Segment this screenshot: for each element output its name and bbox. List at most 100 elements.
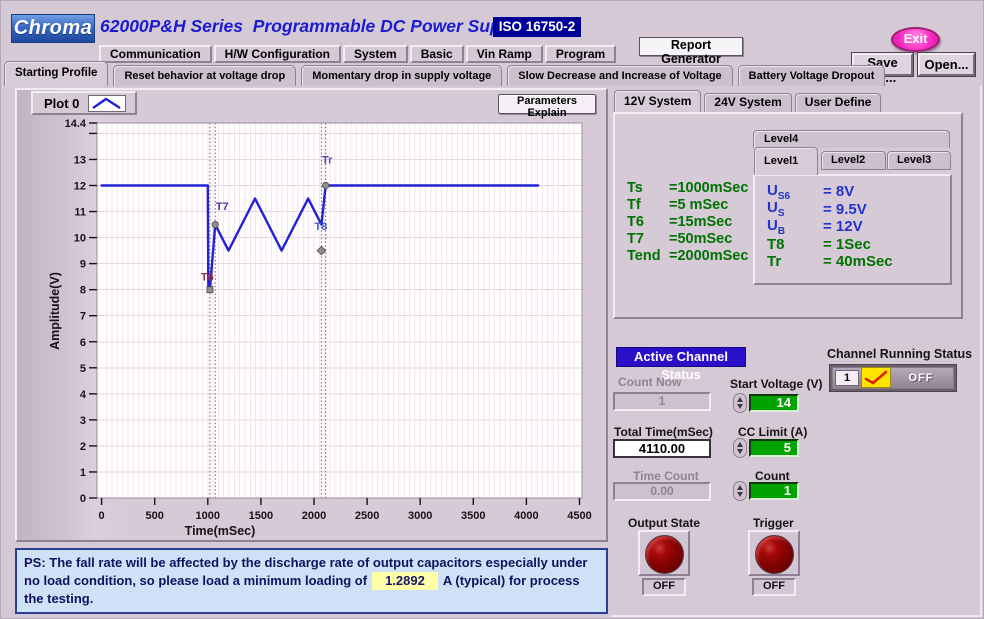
increment-icon[interactable] <box>737 442 743 447</box>
start-voltage-label: Start Voltage (V) <box>730 377 822 391</box>
decrement-icon[interactable] <box>737 404 743 409</box>
profile-tab-bar: Starting ProfileReset behavior at voltag… <box>4 61 885 86</box>
param-name: T8 <box>767 236 823 253</box>
time-count-label: Time Count <box>633 469 699 483</box>
output-state-value: OFF <box>642 578 686 596</box>
report-generator-button[interactable]: Report Generator <box>639 37 743 56</box>
param-value: = 8V <box>823 183 854 200</box>
app-window: { "header": { "logo_text": "Chroma", "ti… <box>0 0 984 619</box>
tab-slow-decrease-and-increase-of-voltage[interactable]: Slow Decrease and Increase of Voltage <box>507 65 732 86</box>
system-tab-bar: 12V System24V SystemUser Define <box>614 90 881 112</box>
svg-text:9: 9 <box>80 259 86 271</box>
param-name: UB <box>767 217 823 237</box>
svg-text:2500: 2500 <box>355 510 379 522</box>
increment-icon[interactable] <box>737 397 743 402</box>
param-name: T6 <box>627 214 669 231</box>
start-voltage-input[interactable]: 14 <box>749 394 799 412</box>
system-tab-user-define[interactable]: User Define <box>795 93 882 112</box>
param-value: =15mSec <box>669 214 732 231</box>
count-label: Count <box>755 469 790 483</box>
svg-text:1000: 1000 <box>196 510 220 522</box>
svg-text:7: 7 <box>80 311 86 323</box>
svg-text:500: 500 <box>146 510 164 522</box>
timing-param-tend: Tend=2000mSec <box>627 248 748 265</box>
cc-limit-stepper[interactable] <box>733 438 747 458</box>
system-tab-24v-system[interactable]: 24V System <box>704 93 791 112</box>
svg-text:8: 8 <box>80 285 86 297</box>
tab-starting-profile[interactable]: Starting Profile <box>4 61 108 86</box>
level-param-t8: T8= 1Sec <box>767 236 950 254</box>
y-axis-title: Amplitude(V) <box>48 272 62 350</box>
svg-text:4: 4 <box>80 389 87 401</box>
param-name: Tr <box>767 253 823 270</box>
ps-note: PS: The fall rate will be affected by th… <box>15 548 608 614</box>
svg-text:5: 5 <box>80 363 86 375</box>
start-voltage-stepper[interactable] <box>733 393 747 413</box>
open-button[interactable]: Open... <box>918 53 975 76</box>
active-channel-status-header: Active Channel Status <box>616 347 746 367</box>
trigger-label: Trigger <box>753 516 794 530</box>
time-count-display: 0.00 <box>613 482 711 501</box>
svg-text:10: 10 <box>74 233 86 245</box>
waveform-panel: Plot 0 Parameters Explain 01234567891011… <box>15 88 608 542</box>
channel-running-status-label: Channel Running Status <box>827 347 972 361</box>
svg-text:0: 0 <box>80 493 86 505</box>
tab-momentary-drop-in-supply-voltage[interactable]: Momentary drop in supply voltage <box>301 65 502 86</box>
timing-param-t7: T7=50mSec <box>627 231 748 248</box>
x-axis-title: Time(mSec) <box>185 524 256 538</box>
system-panel: Level4 Level1Level2Level3 US6= 8VUS= 9.5… <box>613 112 963 319</box>
total-time-input[interactable]: 4110.00 <box>613 439 711 458</box>
svg-text:6: 6 <box>80 337 86 349</box>
trigger-button[interactable] <box>748 530 800 576</box>
ps-note-highlight-value: 1.2892 <box>372 572 438 590</box>
bottom-edge-divider <box>611 615 982 617</box>
tab-reset-behavior-at-voltage-drop[interactable]: Reset behavior at voltage drop <box>113 65 296 86</box>
tab-battery-voltage-dropout[interactable]: Battery Voltage Dropout <box>738 65 886 86</box>
param-name: Tf <box>627 197 669 214</box>
level-tab-level2[interactable]: Level2 <box>821 151 886 170</box>
channel-running-status-widget[interactable]: 1 OFF <box>829 364 957 392</box>
app-title: 62000P&H Series Programmable DC Power Su… <box>100 16 526 37</box>
cc-limit-input[interactable]: 5 <box>749 439 799 457</box>
iso-standard-badge: ISO 16750-2 <box>493 17 581 37</box>
channel-number: 1 <box>835 370 859 386</box>
trigger-led-icon[interactable] <box>755 535 794 574</box>
level-param-us6: US6= 8V <box>767 183 950 201</box>
channel-check-icon <box>861 367 891 388</box>
param-value: =1000mSec <box>669 180 748 197</box>
param-value: = 9.5V <box>823 201 867 218</box>
svg-text:12: 12 <box>74 181 86 193</box>
param-value: = 1Sec <box>823 236 871 253</box>
count-input[interactable]: 1 <box>749 482 799 500</box>
decrement-icon[interactable] <box>737 492 743 497</box>
svg-text:3: 3 <box>80 415 86 427</box>
svg-text:1500: 1500 <box>249 510 273 522</box>
exit-button[interactable]: Exit <box>891 27 940 52</box>
output-state-button[interactable] <box>638 530 690 576</box>
cursor-label-t6: T6 <box>201 272 214 284</box>
svg-text:0: 0 <box>99 510 105 522</box>
count-stepper[interactable] <box>733 481 747 501</box>
right-edge-divider <box>980 86 982 617</box>
svg-text:14.4: 14.4 <box>65 118 87 130</box>
decrement-icon[interactable] <box>737 449 743 454</box>
timing-param-tf: Tf=5 mSec <box>627 197 748 214</box>
level-tab-level4[interactable]: Level4 <box>753 130 950 148</box>
param-value: =50mSec <box>669 231 732 248</box>
cursor-label-t7: T7 <box>216 201 229 213</box>
svg-text:11: 11 <box>74 207 86 219</box>
output-state-led-icon[interactable] <box>645 535 684 574</box>
system-tab-12v-system[interactable]: 12V System <box>614 90 701 112</box>
svg-text:2: 2 <box>80 441 86 453</box>
cursor-marker-tr <box>322 182 328 188</box>
chroma-logo: Chroma <box>11 14 95 43</box>
cursor-marker-t7 <box>212 221 218 227</box>
cursor-marker-t6 <box>207 287 213 293</box>
level-param-ub: UB= 12V <box>767 218 950 236</box>
cursor-label-tr: Tr <box>322 154 333 166</box>
svg-text:4500: 4500 <box>567 510 591 522</box>
increment-icon[interactable] <box>737 485 743 490</box>
svg-text:2000: 2000 <box>302 510 326 522</box>
level-tab-level1[interactable]: Level1 <box>754 147 818 175</box>
level-tab-level3[interactable]: Level3 <box>887 151 951 170</box>
